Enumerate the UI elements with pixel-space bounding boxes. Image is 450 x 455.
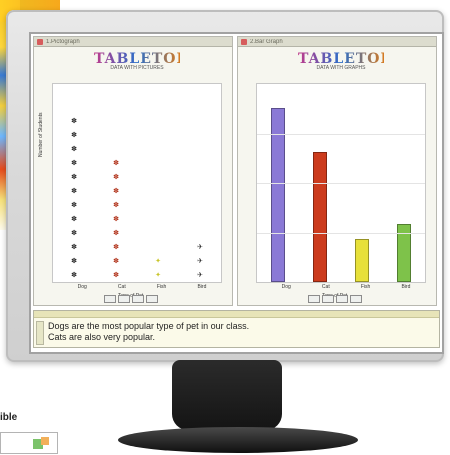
close-icon[interactable] [37, 38, 43, 45]
thumbnail-swatch [41, 437, 49, 445]
toolbar-button[interactable] [350, 295, 362, 303]
thumbnail [0, 432, 58, 454]
pictograph-icon-dog: ✽ [71, 146, 77, 153]
pictograph-icon-cat: ✽ [113, 202, 119, 209]
pictograph-ylabel: Number of Students [38, 112, 44, 157]
pictograph-icon-dog: ✽ [71, 272, 77, 279]
pictograph-icon-cat: ✽ [113, 216, 119, 223]
pictograph-icon-fish: ✦ [155, 272, 161, 279]
right-pane: 2.Bar Graph TABLETOP DATA WITH GRAPHS Do… [237, 36, 437, 306]
left-toolbar [104, 295, 158, 303]
notes-sidebar[interactable] [36, 321, 44, 345]
toolbar-button[interactable] [118, 295, 130, 303]
pictograph-plot: ✽ ✽ ✽ ✽ ✽ ✽ ✽ ✽ ✽ ✽ ✽ ✽ ✽ ✽ ✽ ✽ ✽ ✽ ✽ ✽ ✽ ✦ ✦ ✈ ✈ ✈ [52, 83, 222, 283]
grid-line [257, 183, 425, 184]
pictograph-icon-dog: ✽ [71, 160, 77, 167]
toolbar-button[interactable] [322, 295, 334, 303]
pictograph-icon-cat: ✽ [113, 174, 119, 181]
notes-line-2[interactable]: Cats are also very popular. [48, 332, 155, 342]
right-toolbar [308, 295, 362, 303]
cat-label-fish: Fish [360, 284, 371, 290]
left-pane-title: 1.Pictograph [46, 38, 80, 45]
toolbar-button[interactable] [146, 295, 158, 303]
toolbar-button[interactable] [104, 295, 116, 303]
bar-plot [256, 83, 426, 283]
cat-label-dog: Dog [281, 284, 291, 290]
pictograph-icon-cat: ✽ [113, 272, 119, 279]
monitor-screen: 1.Pictograph TABLETOP DATA WITH PICTURES… [29, 32, 444, 354]
pictograph-icon-dog: ✽ [71, 202, 77, 209]
pictograph-icon-bird: ✈ [197, 272, 203, 279]
grid-line [257, 232, 425, 234]
monitor-bezel: 1.Pictograph TABLETOP DATA WITH PICTURES… [6, 10, 444, 362]
pictograph-icon-cat: ✽ [113, 258, 119, 265]
right-pane-titlebar: 2.Bar Graph [238, 37, 436, 47]
pictograph-icon-bird: ✈ [197, 258, 203, 265]
left-logo: TABLETOP DATA WITH PICTURES [94, 51, 187, 73]
pictograph-icon-cat: ✽ [113, 244, 119, 251]
pictograph-icon-dog: ✽ [71, 188, 77, 195]
cat-label-dog: Dog [77, 284, 87, 290]
left-pane-titlebar: 1.Pictograph [34, 37, 232, 47]
right-logo: TABLETOP DATA WITH GRAPHS [298, 51, 391, 73]
pictograph-icon-cat: ✽ [113, 230, 119, 237]
right-pane-title: 2.Bar Graph [250, 38, 283, 45]
toolbar-button[interactable] [336, 295, 348, 303]
pictograph-icon-cat: ✽ [113, 188, 119, 195]
caption-text: ible [0, 412, 18, 423]
cat-label-bird: Bird [197, 284, 207, 290]
pictograph-icon-dog: ✽ [71, 258, 77, 265]
pictograph-icon-dog: ✽ [71, 174, 77, 181]
pictograph-icon-dog: ✽ [71, 216, 77, 223]
toolbar-button[interactable] [132, 295, 144, 303]
bar-cat [313, 151, 327, 282]
pictograph-icon-cat: ✽ [113, 160, 119, 167]
close-icon[interactable] [241, 38, 247, 45]
left-pane: 1.Pictograph TABLETOP DATA WITH PICTURES… [33, 36, 233, 306]
notes-panel: Dogs are the most popular type of pet in… [33, 310, 440, 348]
toolbar-button[interactable] [308, 295, 320, 303]
grid-line [257, 133, 425, 135]
cat-label-fish: Fish [156, 284, 167, 290]
pictograph-icon-fish: ✦ [155, 258, 161, 265]
pictograph-icon-bird: ✈ [197, 244, 203, 251]
monitor-stand-base [118, 427, 358, 453]
pictograph-icon-dog: ✽ [71, 244, 77, 251]
notes-line-1[interactable]: Dogs are the most popular type of pet in… [48, 321, 249, 331]
pictograph-icon-dog: ✽ [71, 132, 77, 139]
pictograph-icon-dog: ✽ [71, 230, 77, 237]
bar-fish [355, 238, 369, 282]
monitor-stand-neck [172, 360, 282, 430]
notes-header-strip [34, 311, 439, 318]
cat-label-bird: Bird [401, 284, 411, 290]
pictograph-icon-dog: ✽ [71, 118, 77, 125]
